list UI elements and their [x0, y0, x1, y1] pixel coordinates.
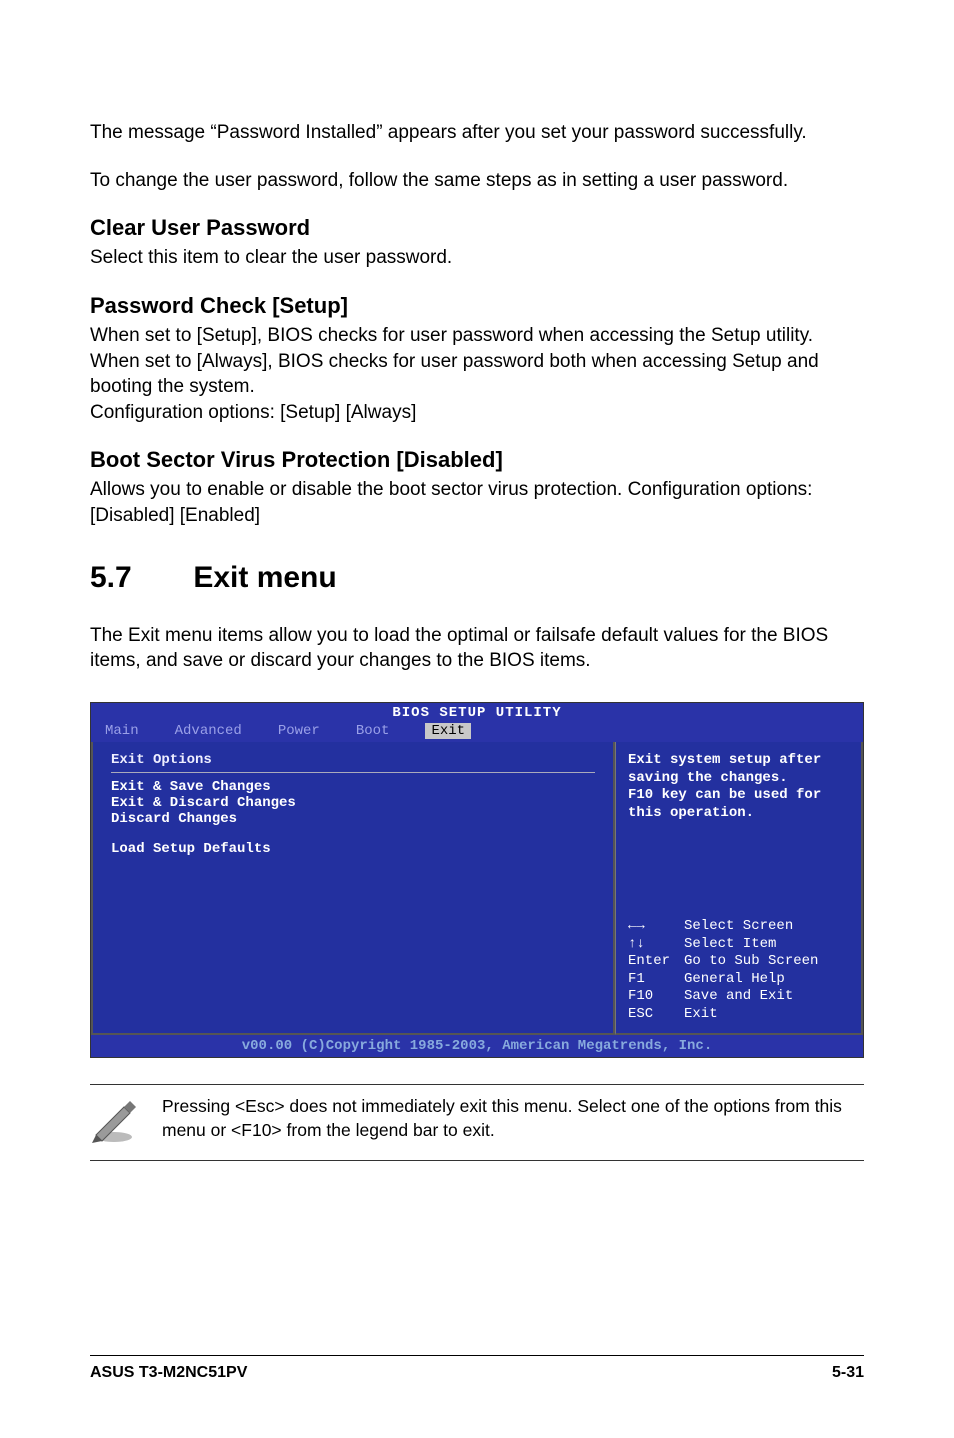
- bios-divider: [111, 772, 595, 773]
- chapter-heading: 5.7 Exit menu: [90, 561, 864, 595]
- paragraph-change-password: To change the user password, follow the …: [90, 168, 864, 194]
- bios-item-load-defaults: Load Setup Defaults: [111, 841, 595, 857]
- bios-item-exit-discard: Exit & Discard Changes: [111, 795, 595, 811]
- bios-tab-boot: Boot: [356, 723, 390, 739]
- bios-key-enter-desc: Go to Sub Screen: [684, 953, 818, 971]
- paragraph-password-installed: The message “Password Installed” appears…: [90, 120, 864, 146]
- chapter-title-text: Exit menu: [193, 561, 336, 594]
- bios-title: BIOS SETUP UTILITY: [91, 703, 863, 723]
- bios-key-f10-desc: Save and Exit: [684, 988, 793, 1006]
- bios-key-legend: ←→Select Screen ↑↓Select Item EnterGo to…: [628, 918, 849, 1023]
- bios-key-ud-desc: Select Item: [684, 936, 776, 954]
- bios-right-panel: Exit system setup after saving the chang…: [615, 742, 863, 1035]
- bios-key-enter: Enter: [628, 953, 684, 971]
- heading-password-check: Password Check [Setup]: [90, 293, 864, 319]
- bios-item-discard: Discard Changes: [111, 811, 595, 827]
- desc-clear-user-password: Select this item to clear the user passw…: [90, 245, 864, 271]
- heading-boot-sector-virus: Boot Sector Virus Protection [Disabled]: [90, 447, 864, 473]
- chapter-number: 5.7: [90, 561, 185, 595]
- page-footer: ASUS T3-M2NC51PV 5-31: [90, 1355, 864, 1382]
- chapter-intro: The Exit menu items allow you to load th…: [90, 623, 864, 674]
- bios-screenshot: BIOS SETUP UTILITY Main Advanced Power B…: [90, 702, 864, 1058]
- spacer: [111, 827, 595, 841]
- bios-tab-bar: Main Advanced Power Boot Exit: [91, 723, 863, 742]
- bios-key-lr: ←→: [628, 918, 684, 936]
- bios-key-esc-desc: Exit: [684, 1006, 718, 1024]
- bios-key-f10: F10: [628, 988, 684, 1006]
- bios-tab-exit: Exit: [425, 723, 471, 739]
- bios-key-ud: ↑↓: [628, 936, 684, 954]
- bios-help-text: Exit system setup after saving the chang…: [628, 752, 849, 822]
- bios-key-esc: ESC: [628, 1006, 684, 1024]
- heading-clear-user-password: Clear User Password: [90, 215, 864, 241]
- bios-copyright-footer: v00.00 (C)Copyright 1985-2003, American …: [91, 1035, 863, 1057]
- bios-tab-advanced: Advanced: [175, 723, 242, 739]
- desc-password-check: When set to [Setup], BIOS checks for use…: [90, 323, 864, 426]
- bios-key-lr-desc: Select Screen: [684, 918, 793, 936]
- note-text: Pressing <Esc> does not immediately exit…: [162, 1095, 864, 1142]
- footer-product: ASUS T3-M2NC51PV: [90, 1364, 247, 1382]
- bios-tab-main: Main: [105, 723, 139, 739]
- bios-left-panel: Exit Options Exit & Save Changes Exit & …: [91, 742, 615, 1035]
- pencil-note-icon: [90, 1095, 140, 1148]
- bios-exit-options-header: Exit Options: [111, 752, 595, 768]
- bios-item-exit-save: Exit & Save Changes: [111, 779, 595, 795]
- bios-key-f1: F1: [628, 971, 684, 989]
- bios-key-f1-desc: General Help: [684, 971, 785, 989]
- note-block: Pressing <Esc> does not immediately exit…: [90, 1084, 864, 1161]
- footer-page-number: 5-31: [832, 1364, 864, 1382]
- desc-boot-sector-virus: Allows you to enable or disable the boot…: [90, 477, 864, 528]
- bios-tab-power: Power: [278, 723, 320, 739]
